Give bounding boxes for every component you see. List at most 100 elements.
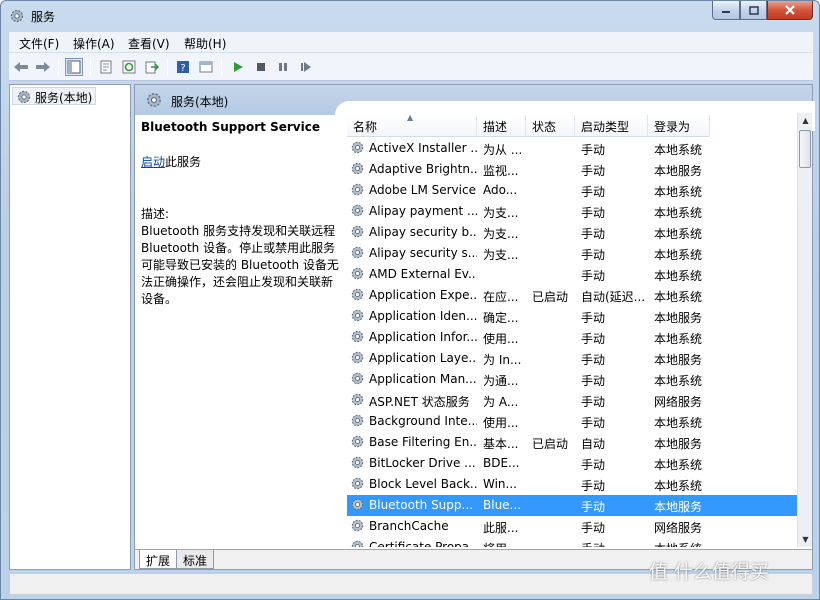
service-description: BDE... bbox=[483, 456, 520, 470]
service-gear-icon bbox=[351, 435, 364, 448]
minimize-icon bbox=[722, 11, 730, 13]
service-row[interactable]: Certificate Propa... 将用... 手动本地系统 bbox=[347, 537, 798, 547]
console-icon bbox=[199, 61, 213, 73]
forward-icon bbox=[36, 62, 50, 72]
service-row[interactable]: ActiveX Installer ... 为从 ... 手动 本地系统 bbox=[347, 138, 798, 159]
service-startup-type: 手动 bbox=[581, 500, 606, 514]
column-header-description[interactable]: 描述 bbox=[477, 115, 526, 137]
service-startup-type: 手动 bbox=[581, 269, 606, 283]
toolbar-separator bbox=[90, 58, 91, 76]
service-row[interactable]: Application Infor... 使用... 手动 本地系统 bbox=[347, 327, 798, 348]
service-logon-as: 本地系统 bbox=[654, 269, 703, 283]
column-header-logon-as[interactable]: 登录为 bbox=[648, 115, 710, 137]
service-description: 为支... bbox=[483, 248, 519, 262]
service-name: Alipay security s... bbox=[369, 246, 477, 260]
service-startup-type: 自动(延迟... bbox=[581, 290, 646, 304]
service-row[interactable]: ASP.NET 状态服务为 A... 手动 网络服务 bbox=[347, 390, 798, 411]
service-row[interactable]: Bluetooth Supp... Blue... 手动 本地服务 bbox=[347, 495, 798, 516]
service-description: 监视... bbox=[483, 164, 519, 178]
service-gear-icon bbox=[351, 540, 364, 547]
service-row[interactable]: BranchCache 此服... 手动 网络服务 bbox=[347, 516, 798, 537]
close-button[interactable] bbox=[767, 1, 813, 20]
column-header-label: 启动类型 bbox=[581, 120, 630, 134]
service-row[interactable]: Background Inte... 使用... 手动 本地系统 bbox=[347, 411, 798, 432]
close-icon bbox=[785, 5, 795, 15]
forward-button[interactable] bbox=[34, 58, 52, 76]
tab-extended[interactable]: 扩展 bbox=[139, 550, 178, 569]
service-description: 为 In... bbox=[483, 353, 522, 367]
service-gear-icon bbox=[351, 267, 364, 280]
service-name: Certificate Propa... bbox=[369, 540, 477, 547]
tab-standard[interactable]: 标准 bbox=[176, 550, 215, 569]
service-startup-type: 手动 bbox=[581, 458, 606, 472]
column-header-status[interactable]: 状态 bbox=[526, 115, 575, 137]
scroll-thumb[interactable] bbox=[799, 130, 811, 168]
menu-action[interactable]: 操作(A) bbox=[73, 35, 115, 52]
service-name: Adobe LM Service bbox=[369, 183, 476, 197]
service-description: 使用... bbox=[483, 416, 519, 430]
service-row[interactable]: Alipay payment ... 为支... 手动 本地系统 bbox=[347, 201, 798, 222]
service-row[interactable]: Adobe LM Service Ado... 手动 本地系统 bbox=[347, 180, 798, 201]
service-row[interactable]: Alipay security b... 为支... 手动 本地系统 bbox=[347, 222, 798, 243]
show-hide-tree-button[interactable] bbox=[65, 58, 83, 76]
scroll-down-button[interactable]: ▼ bbox=[798, 532, 813, 547]
service-row[interactable]: Base Filtering En... 基本... 已启动 自动 本地服务 bbox=[347, 432, 798, 453]
service-logon-as: 本地服务 bbox=[654, 164, 703, 178]
menu-bar: 文件(F) 操作(A) 查看(V) 帮助(H) bbox=[9, 32, 813, 53]
title-bar[interactable]: 服务 bbox=[1, 1, 819, 31]
service-row[interactable]: AMD External Ev... 手动 本地系统 bbox=[347, 264, 798, 285]
back-button[interactable] bbox=[12, 58, 30, 76]
window-title: 服务 bbox=[31, 10, 56, 24]
service-description: 为支... bbox=[483, 206, 519, 220]
watermark-text: 值 什么值得买 bbox=[649, 561, 770, 583]
menu-file[interactable]: 文件(F) bbox=[19, 35, 59, 52]
back-icon bbox=[14, 62, 28, 72]
restart-service-button[interactable] bbox=[297, 58, 315, 76]
service-row[interactable]: Application Iden... 确定... 手动 本地服务 bbox=[347, 306, 798, 327]
toolbar: ? bbox=[9, 53, 813, 81]
start-service-link[interactable]: 启动 bbox=[141, 155, 165, 169]
service-description: 使用... bbox=[483, 332, 519, 346]
scroll-up-button[interactable]: ▲ bbox=[798, 113, 813, 128]
stop-service-button[interactable] bbox=[252, 58, 270, 76]
service-row[interactable]: Alipay security s... 为支... 手动 本地系统 bbox=[347, 243, 798, 264]
menu-view[interactable]: 查看(V) bbox=[128, 35, 170, 52]
start-service-button[interactable] bbox=[229, 58, 247, 76]
service-name: ActiveX Installer ... bbox=[369, 141, 477, 155]
services-pane: 服务(本地) Bluetooth Support Service 启动此服务 描… bbox=[134, 84, 815, 570]
show-hide-tree-icon bbox=[67, 60, 81, 74]
refresh-button[interactable] bbox=[120, 58, 138, 76]
service-row[interactable]: Application Laye... 为 In... 手动 本地服务 bbox=[347, 348, 798, 369]
service-logon-as: 本地系统 bbox=[654, 458, 703, 472]
service-row[interactable]: Adaptive Brightn... 监视... 手动 本地服务 bbox=[347, 159, 798, 180]
service-logon-as: 网络服务 bbox=[654, 395, 703, 409]
service-description: 为 A... bbox=[483, 395, 519, 409]
service-row[interactable]: Block Level Back... Win... 手动 本地系统 bbox=[347, 474, 798, 495]
menu-help[interactable]: 帮助(H) bbox=[184, 35, 226, 52]
service-startup-type: 手动 bbox=[581, 206, 606, 220]
console-button[interactable] bbox=[197, 58, 215, 76]
service-row[interactable]: BitLocker Drive ... BDE... 手动 本地系统 bbox=[347, 453, 798, 474]
services-gear-icon bbox=[17, 90, 31, 104]
service-name: Adaptive Brightn... bbox=[369, 162, 477, 176]
vertical-scrollbar[interactable]: ▲ ▼ bbox=[797, 113, 812, 547]
export-button[interactable] bbox=[143, 58, 161, 76]
tree-item-services-local[interactable]: 服务(本地) bbox=[12, 87, 97, 105]
pause-service-button[interactable] bbox=[274, 58, 292, 76]
properties-button[interactable] bbox=[97, 58, 115, 76]
services-gear-icon bbox=[147, 93, 161, 107]
minimize-button[interactable] bbox=[712, 1, 740, 20]
column-header-startup-type[interactable]: 启动类型 bbox=[575, 115, 648, 137]
service-row[interactable]: Application Expe... 在应... 已启动 自动(延迟... 本地系统 bbox=[347, 285, 798, 306]
service-description: 为支... bbox=[483, 227, 519, 241]
column-header-label: 状态 bbox=[532, 120, 557, 134]
help-button[interactable]: ? bbox=[174, 58, 192, 76]
service-logon-as: 本地服务 bbox=[654, 437, 703, 451]
column-header-label: 描述 bbox=[483, 120, 508, 134]
maximize-button[interactable] bbox=[740, 1, 767, 20]
service-row[interactable]: Application Man... 为通... 手动 本地系统 bbox=[347, 369, 798, 390]
service-logon-as: 本地系统 bbox=[654, 185, 703, 199]
service-name: AMD External Ev... bbox=[369, 267, 477, 281]
services-list[interactable]: ▲ 名称 描述 状态 启动类型 登录为 ActiveX Installer ..… bbox=[347, 113, 798, 547]
column-header-name[interactable]: ▲ 名称 bbox=[347, 113, 477, 137]
